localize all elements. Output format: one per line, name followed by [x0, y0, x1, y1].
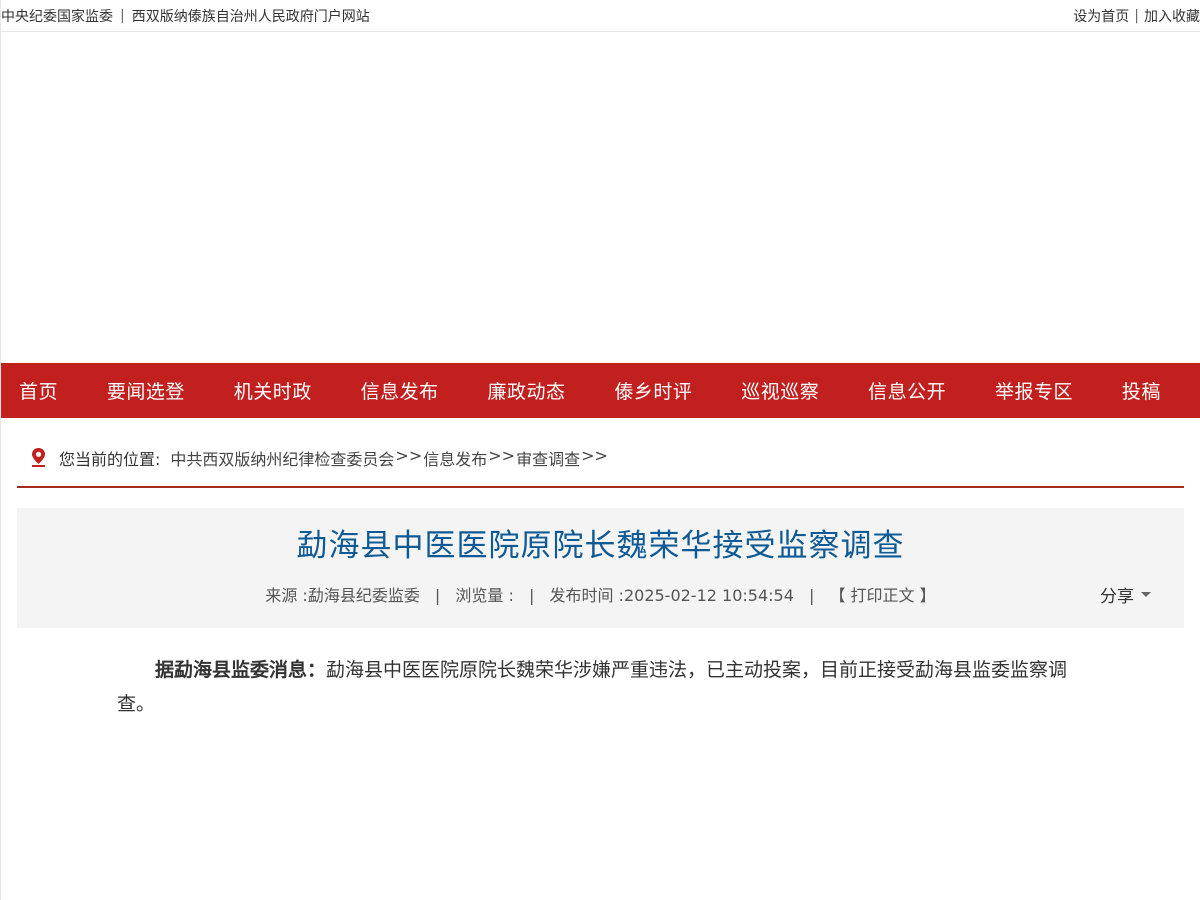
share-button[interactable]: 分享: [1100, 582, 1151, 607]
nav-item-commentary[interactable]: 傣乡时评: [614, 377, 692, 404]
article-body: 据勐海县监委消息：勐海县中医医院原院长魏荣华涉嫌严重违法，已主动投案，目前正接受…: [117, 653, 1072, 721]
nav-item-home[interactable]: 首页: [19, 377, 58, 404]
article-lead: 据勐海县监委消息：: [155, 659, 327, 681]
article-header: 勐海县中医医院原院长魏荣华接受监察调查 来源 :勐海县纪委监委 | 浏览量 : …: [17, 508, 1184, 628]
breadcrumb-separator: >>: [395, 446, 423, 465]
top-links: 中央纪委国家监委 | 西双版纳傣族自治州人民政府门户网站: [1, 6, 370, 26]
publish-label: 发布时间 :: [549, 586, 624, 605]
top-divider: |: [120, 7, 125, 24]
nav-item-report[interactable]: 举报专区: [995, 377, 1073, 404]
breadcrumb-separator: >>: [581, 446, 608, 465]
nav-item-info-release[interactable]: 信息发布: [361, 377, 439, 404]
share-label: 分享: [1100, 587, 1134, 607]
banner-area: [1, 32, 1200, 363]
breadcrumb-item-commission[interactable]: 中共西双版纳州纪律检查委员会: [170, 446, 394, 470]
breadcrumb-label: 您当前的位置:: [59, 450, 161, 469]
nav-item-integrity-news[interactable]: 廉政动态: [488, 377, 566, 404]
page: 中央纪委国家监委 | 西双版纳傣族自治州人民政府门户网站 设为首页 | 加入收藏…: [0, 0, 1200, 900]
source-value: 勐海县纪委监委: [307, 586, 420, 605]
breadcrumb-item-investigation[interactable]: 审查调查: [516, 446, 580, 470]
meta-divider: |: [528, 586, 535, 605]
nav-item-info-disclosure[interactable]: 信息公开: [868, 377, 946, 404]
breadcrumb-item-info-release[interactable]: 信息发布: [423, 446, 487, 470]
top-bar: 中央纪委国家监委 | 西双版纳傣族自治州人民政府门户网站 设为首页 | 加入收藏: [1, 0, 1200, 32]
article-title: 勐海县中医医院原院长魏荣华接受监察调查: [296, 528, 905, 564]
meta-divider: |: [434, 586, 441, 605]
set-homepage-link[interactable]: 设为首页: [1073, 6, 1129, 26]
article-meta: 来源 :勐海县纪委监委 | 浏览量 : | 发布时间 :2025-02-12 1…: [17, 582, 1184, 606]
source-label: 来源 :: [265, 586, 308, 605]
add-bookmark-link[interactable]: 加入收藏: [1144, 6, 1200, 26]
top-actions: 设为首页 | 加入收藏: [1073, 6, 1200, 26]
top-right-divider: |: [1134, 7, 1139, 24]
nav-item-news[interactable]: 要闻选登: [107, 377, 185, 404]
publish-time: 2025-02-12 10:54:54: [623, 586, 794, 605]
caret-down-icon: [1141, 592, 1151, 597]
nav-item-submit[interactable]: 投稿: [1122, 377, 1161, 404]
print-button[interactable]: 【 打印正文 】: [829, 586, 935, 605]
nav-item-affairs[interactable]: 机关时政: [234, 377, 312, 404]
views-label: 浏览量 :: [455, 586, 514, 605]
top-link-gov-portal[interactable]: 西双版纳傣族自治州人民政府门户网站: [132, 6, 370, 26]
location-pin-icon: [32, 448, 45, 467]
meta-divider: |: [808, 586, 815, 605]
breadcrumb-separator: >>: [488, 446, 516, 465]
top-link-ccdi[interactable]: 中央纪委国家监委: [1, 6, 113, 26]
nav-item-inspection[interactable]: 巡视巡察: [741, 377, 819, 404]
main-nav: 首页 要闻选登 机关时政 信息发布 廉政动态 傣乡时评 巡视巡察 信息公开 举报…: [1, 363, 1200, 418]
breadcrumb: 您当前的位置: 中共西双版纳州纪律检查委员会 >> 信息发布 >> 审查调查 >…: [17, 446, 1184, 488]
